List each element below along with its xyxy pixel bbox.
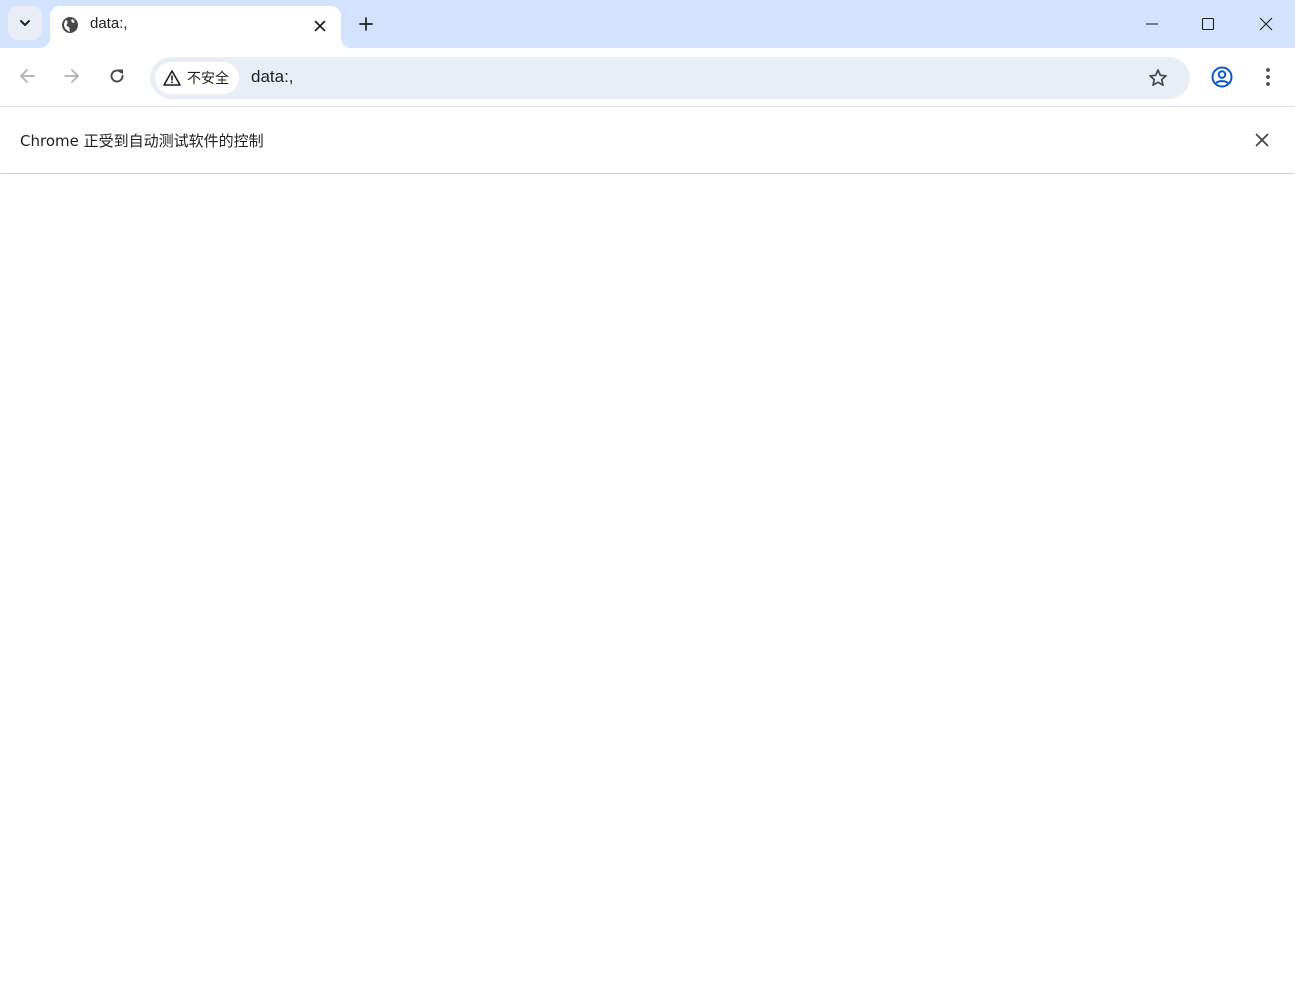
browser-toolbar: 不安全 data:, [0, 48, 1295, 107]
arrow-left-icon [20, 69, 35, 83]
infobar-close-button[interactable] [1250, 128, 1274, 152]
minimize-icon [1146, 23, 1158, 25]
maximize-button[interactable] [1180, 0, 1236, 48]
security-chip[interactable]: 不安全 [155, 62, 239, 94]
close-icon [1259, 17, 1273, 31]
menu-button[interactable] [1253, 62, 1283, 92]
new-tab-button[interactable] [352, 10, 380, 38]
back-button[interactable] [10, 59, 44, 93]
account-icon [1211, 66, 1233, 88]
page-content [0, 174, 1295, 985]
reload-icon [110, 69, 124, 83]
tab-active[interactable]: data:, [50, 6, 341, 48]
tab-search-button[interactable] [8, 6, 42, 40]
profile-button[interactable] [1207, 62, 1237, 92]
forward-button[interactable] [55, 59, 89, 93]
bookmark-button[interactable] [1145, 65, 1171, 91]
automation-infobar: Chrome 正受到自动测试软件的控制 [0, 108, 1295, 173]
star-icon [1149, 69, 1167, 87]
tab-close-button[interactable] [308, 14, 332, 38]
infobar-message: Chrome 正受到自动测试软件的控制 [20, 132, 264, 150]
close-icon [1255, 133, 1269, 147]
chevron-down-icon [20, 20, 30, 26]
reload-button[interactable] [100, 59, 134, 93]
plus-icon [359, 17, 373, 31]
arrow-right-icon [64, 69, 79, 83]
globe-icon [62, 17, 78, 33]
warning-icon [163, 70, 181, 86]
close-icon [314, 20, 326, 32]
security-label: 不安全 [187, 71, 229, 87]
tab-strip: data:, [0, 0, 1295, 48]
more-vertical-icon [1266, 68, 1270, 86]
window-close-button[interactable] [1238, 0, 1294, 48]
address-bar[interactable]: 不安全 data:, [150, 57, 1190, 99]
tab-title: data:, [90, 15, 128, 32]
minimize-button[interactable] [1124, 0, 1180, 48]
maximize-icon [1201, 17, 1215, 31]
url-text[interactable]: data:, [251, 67, 294, 87]
